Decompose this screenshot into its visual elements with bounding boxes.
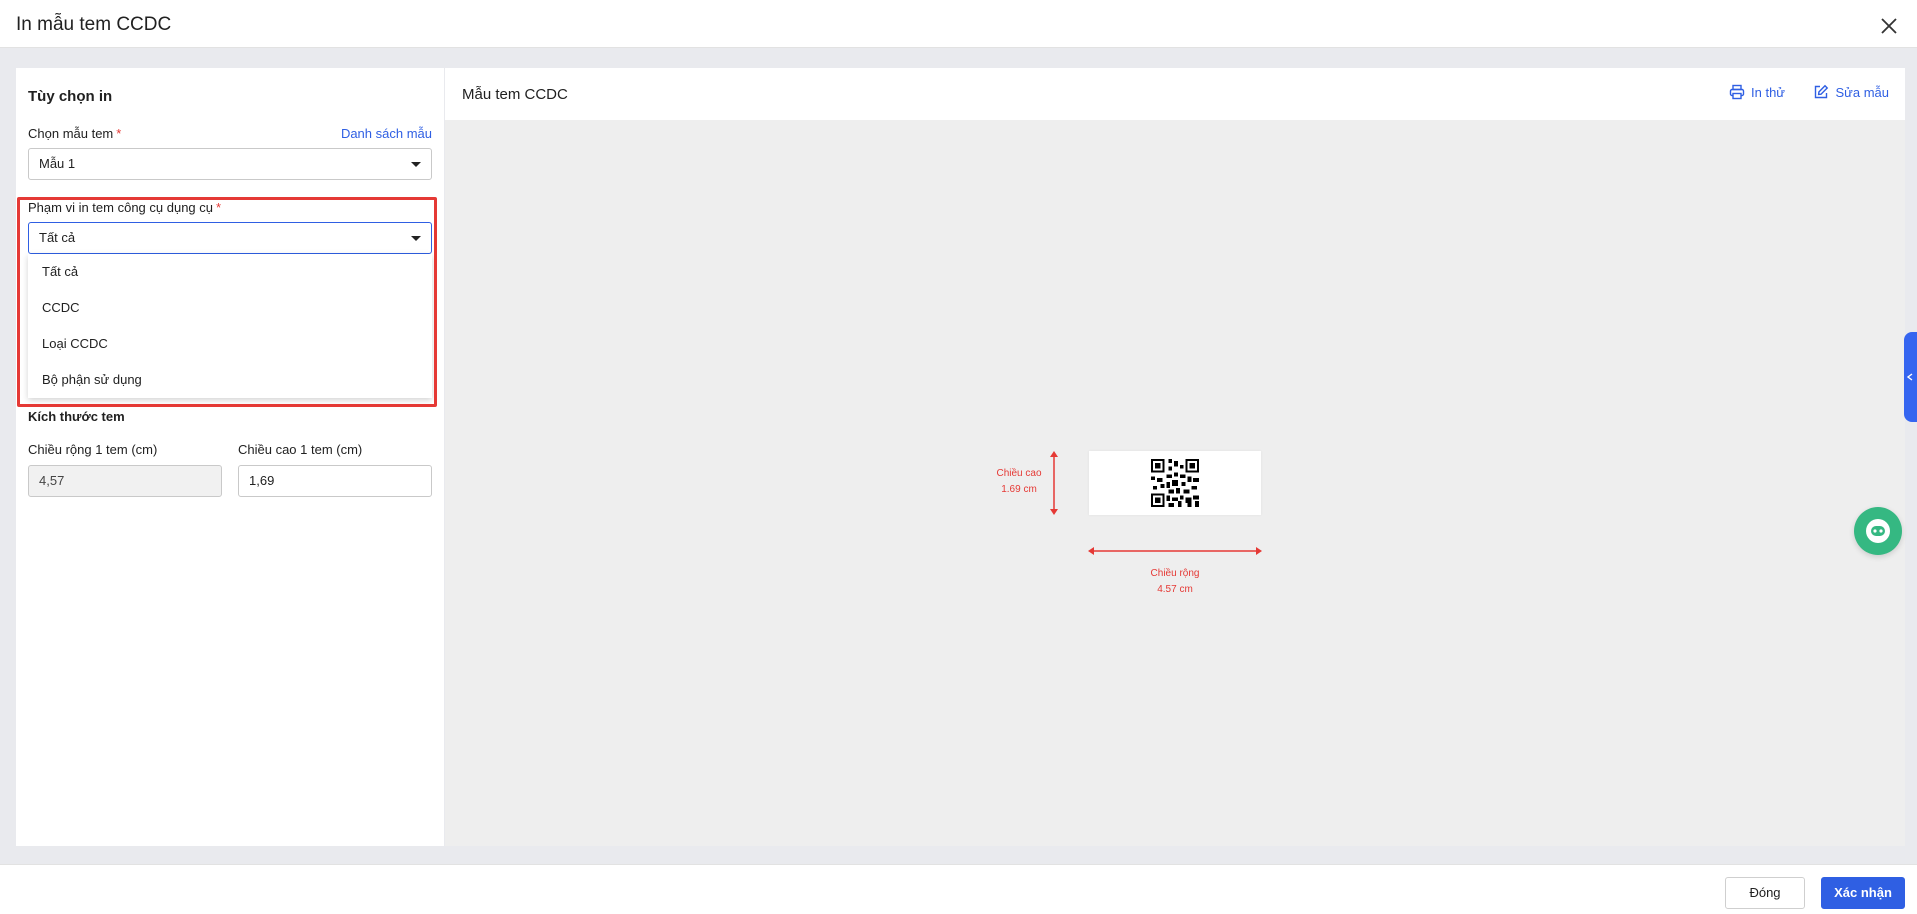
width-label: Chiều rộng 1 tem (cm) (28, 442, 158, 457)
size-section-title: Kích thước tem (28, 409, 125, 424)
preview-header: Mẫu tem CCDC In thử Sửa mẫu (445, 68, 1905, 120)
edit-template-button[interactable]: Sửa mẫu (1813, 84, 1889, 100)
caret-down-icon (411, 162, 421, 167)
scope-label: Phạm vi in tem công cụ dụng cụ * (28, 200, 222, 215)
caret-down-icon (411, 236, 421, 241)
scope-select[interactable]: Tất cả (28, 222, 432, 254)
required-mark: * (116, 126, 122, 141)
print-test-label: In thử (1751, 84, 1785, 100)
label-preview (1089, 451, 1261, 515)
chevron-left-icon (1906, 373, 1913, 381)
edit-template-label: Sửa mẫu (1835, 84, 1889, 100)
template-list-link[interactable]: Danh sách mẫu (341, 126, 432, 141)
height-dimension-label: Chiều cao 1.69 cm (996, 468, 1042, 495)
height-label: Chiều cao 1 tem (cm) (238, 442, 363, 457)
print-options-title: Tùy chọn in (28, 88, 113, 105)
height-dimension-arrow (1050, 451, 1058, 515)
required-mark: * (216, 200, 222, 215)
print-test-button[interactable]: In thử (1729, 84, 1785, 100)
scope-option-ccdc-type[interactable]: Loại CCDC (28, 326, 432, 362)
scope-select-value: Tất cả (39, 230, 76, 245)
template-label: Chọn mẫu tem * (28, 126, 122, 141)
print-options-panel: Tùy chọn in Chọn mẫu tem * Danh sách mẫu … (16, 68, 444, 846)
close-icon[interactable] (1877, 14, 1901, 38)
close-button[interactable]: Đóng (1725, 877, 1805, 909)
confirm-button[interactable]: Xác nhận (1821, 877, 1905, 909)
side-panel-toggle[interactable] (1904, 332, 1917, 422)
dialog-header: In mẫu tem CCDC (0, 0, 1917, 48)
edit-icon (1815, 84, 1829, 99)
dialog-title: In mẫu tem CCDC (16, 14, 172, 35)
template-select-value: Mẫu 1 (39, 156, 76, 171)
chat-button[interactable] (1854, 507, 1902, 555)
width-dimension-label: Chiều rộng 4.57 cm (1150, 568, 1200, 595)
scope-option-ccdc[interactable]: CCDC (28, 290, 432, 326)
printer-icon (1729, 84, 1745, 100)
preview-title: Mẫu tem CCDC (462, 86, 568, 103)
scope-option-all[interactable]: Tất cả (28, 254, 432, 290)
preview-panel: Mẫu tem CCDC In thử Sửa mẫu Chiều cao 1.6… (445, 68, 1905, 846)
qr-code-icon (1151, 459, 1199, 507)
scope-option-department[interactable]: Bộ phận sử dụng (28, 362, 432, 398)
template-select[interactable]: Mẫu 1 (28, 148, 432, 180)
width-dimension-arrow (1088, 547, 1262, 555)
scope-dropdown: Tất cả CCDC Loại CCDC Bộ phận sử dụng (28, 254, 432, 398)
chat-icon (1866, 519, 1890, 543)
width-input[interactable]: 4,57 (28, 465, 222, 497)
height-input[interactable]: 1,69 (238, 465, 432, 497)
dialog-footer: Đóng Xác nhận (0, 864, 1917, 914)
